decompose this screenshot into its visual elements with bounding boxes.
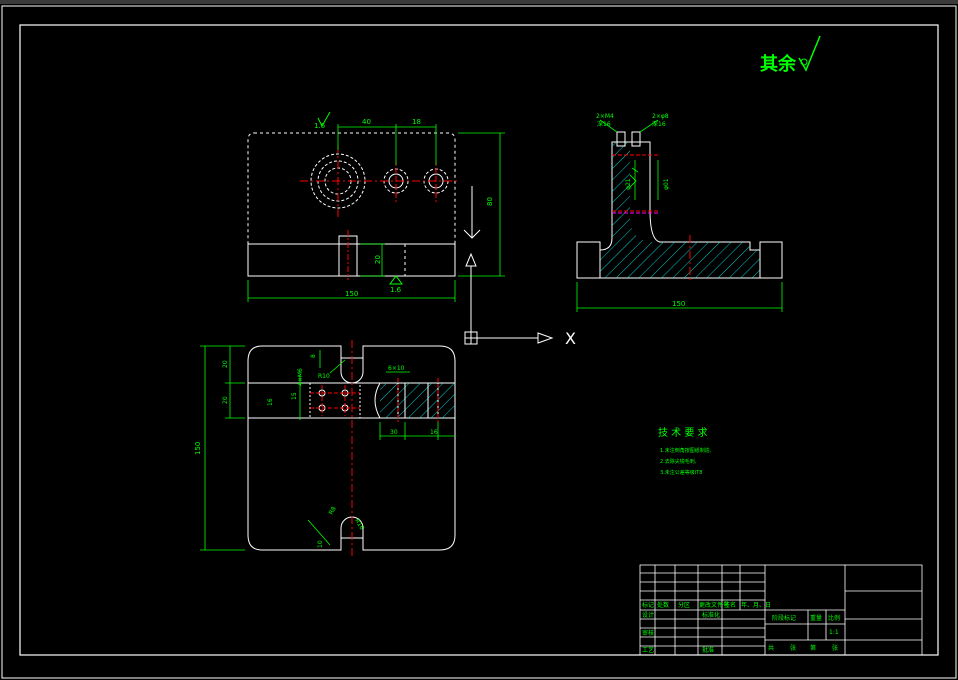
- side-dim-mid-2: φ01: [663, 178, 670, 190]
- top-slot-w: 6×10: [388, 365, 405, 372]
- front-roughness-bottom: 1.6: [390, 286, 402, 294]
- tb-stage-mark: 阶段标记: [772, 614, 796, 622]
- tb-design: 设计: [642, 611, 654, 619]
- tech-req-title: 技 术 要 求: [658, 426, 708, 439]
- tb-count: 处数: [657, 601, 669, 609]
- side-view: 150 2×M4 深16 2×φ8 深16 φ21 φ01: [576, 113, 783, 312]
- front-view-outline: [247, 132, 456, 245]
- tech-requirements: 技 术 要 求 1.未注倒角按图纸制造, 2.去除尖锐毛刺, 3.未注公差等级I…: [658, 426, 712, 476]
- top-view: 150 8 20 20 R10 16 15 4×M6 6×10 30 16 R8…: [194, 340, 456, 556]
- tech-req-line-3: 3.未注公差等级IT8: [660, 469, 702, 476]
- tb-mark: 标记: [642, 601, 654, 609]
- top-dim-b: 20: [222, 360, 229, 368]
- tb-scale-label: 比例: [828, 614, 840, 622]
- tb-weight: 重量: [810, 614, 822, 622]
- tb-date: 年、月、日: [741, 601, 771, 609]
- side-width-dim: 150: [672, 300, 685, 308]
- tb-sheet-unit2: 张: [832, 644, 838, 652]
- front-view: 150 80 40 18 20 1.6 1.6: [247, 111, 505, 302]
- side-tag-left-2: 深16: [597, 120, 611, 128]
- top-height-dim: 150: [194, 442, 202, 455]
- top-arc-r2: R16: [353, 518, 365, 532]
- top-bottom-1: 30: [390, 429, 398, 436]
- ucs-x-label: X: [565, 329, 576, 348]
- top-dim-a: 8: [310, 354, 317, 358]
- side-dim-mid: φ21: [625, 178, 632, 190]
- top-left-a: 16: [267, 398, 274, 406]
- tb-zone: 分区: [678, 601, 690, 609]
- roughness-note-text: 其余: [760, 53, 797, 75]
- tech-req-line-1: 1.未注倒角按图纸制造,: [660, 447, 712, 454]
- roughness-bottom-icon: [389, 275, 403, 285]
- top-bottom-2: 16: [430, 429, 438, 436]
- front-hole-spacing-2: 18: [412, 118, 421, 126]
- title-block: [639, 564, 923, 656]
- front-view-base: [247, 243, 456, 277]
- tb-signature: 签名: [724, 601, 736, 609]
- tb-approve: 批准: [702, 646, 714, 654]
- tb-standardize: 标准化: [702, 611, 720, 619]
- ucs-icon: X: [464, 252, 576, 348]
- side-tag-right-2: 深16: [652, 120, 666, 128]
- top-bottom-slot: 10: [317, 540, 324, 548]
- roughness-note: 其余: [760, 35, 821, 75]
- side-view-hatch: [600, 142, 760, 278]
- side-tag-left: 2×M4: [596, 113, 614, 120]
- top-hole-note: 4×M6: [297, 368, 304, 386]
- tb-scale-value: 1:1: [829, 629, 839, 636]
- drawing-frame: [1, 5, 957, 679]
- front-width-dim: 150: [345, 290, 358, 298]
- tb-process: 工艺: [642, 646, 654, 654]
- window-top-bar: [0, 0, 958, 4]
- top-dim-c: 20: [222, 396, 229, 404]
- side-tag-right: 2×φ8: [652, 113, 669, 120]
- tech-req-line-2: 2.去除尖锐毛刺,: [660, 458, 697, 465]
- front-slot-depth: 20: [374, 255, 382, 264]
- tb-check: 审核: [642, 629, 654, 637]
- front-hole-spacing-1: 40: [362, 118, 371, 126]
- cad-drawing-canvas[interactable]: 其余 150 80 40 18 20 1.6 1.6 150 2×M4 深16 …: [0, 0, 958, 680]
- tb-sheet-unit: 张: [790, 644, 796, 652]
- top-left-b: 15: [291, 392, 298, 400]
- tb-sheet-num: 第: [810, 644, 816, 652]
- top-r-label: R10: [318, 373, 330, 380]
- top-arc-r1: R8: [328, 505, 338, 516]
- front-height-dim: 80: [486, 197, 494, 206]
- tb-sheet-total: 共: [768, 644, 774, 652]
